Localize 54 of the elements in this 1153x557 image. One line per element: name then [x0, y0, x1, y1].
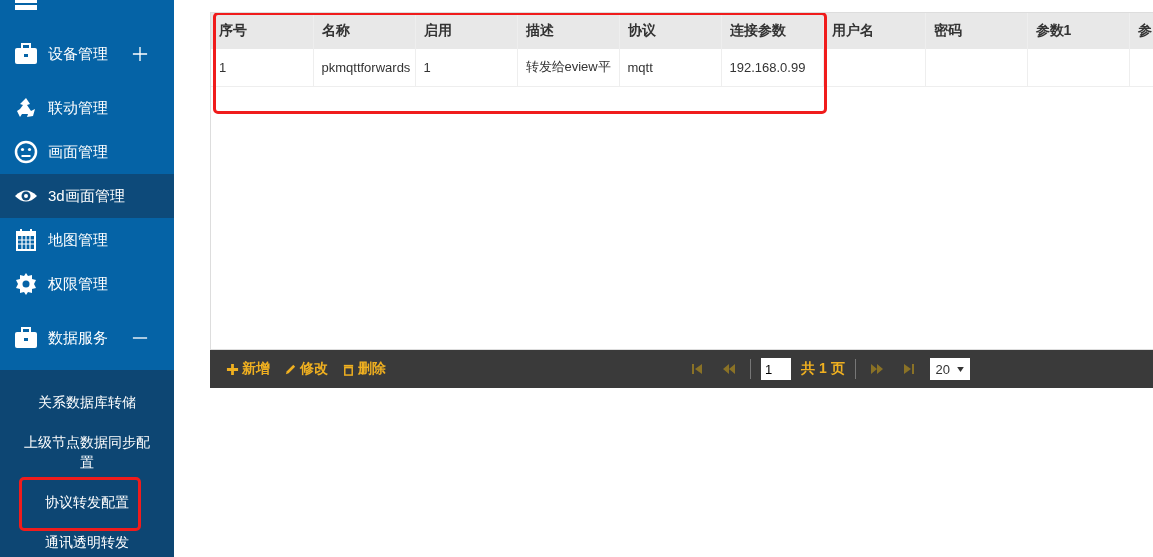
sidebar-label: 设备管理 — [48, 44, 108, 64]
gear-icon — [14, 272, 38, 296]
sidebar-label: 3d画面管理 — [48, 186, 125, 206]
sidebar-item[interactable]: 设备管理 — [0, 22, 174, 86]
table-cell: mqtt — [619, 49, 721, 86]
first-page-icon[interactable] — [690, 362, 704, 376]
column-header[interactable]: 协议 — [619, 13, 721, 49]
page-input[interactable]: 1 — [761, 358, 791, 380]
briefcase-icon — [14, 326, 38, 350]
toolbar-button[interactable]: 删除 — [342, 360, 386, 378]
submenu-item[interactable]: 协议转发配置 — [0, 482, 174, 522]
plus-icon — [226, 362, 239, 376]
sidebar-item[interactable]: 地图管理 — [0, 218, 174, 262]
calendar-icon — [14, 228, 38, 252]
page-total: 共 1 页 — [801, 360, 845, 378]
sidebar-item[interactable]: 画面管理 — [0, 130, 174, 174]
caret-icon — [956, 366, 964, 372]
table-cell: 转发给eview平 — [517, 49, 619, 86]
column-header[interactable]: 参 — [1129, 13, 1153, 49]
pencil-icon — [284, 362, 297, 376]
sidebar-label: 画面管理 — [48, 142, 108, 162]
toolbar-button[interactable]: 修改 — [284, 360, 328, 378]
column-header[interactable]: 密码 — [925, 13, 1027, 49]
sidebar-item[interactable]: 3d画面管理 — [0, 174, 174, 218]
table-cell: 1 — [415, 49, 517, 86]
face-icon — [14, 140, 38, 164]
last-page-icon[interactable] — [901, 362, 916, 376]
sidebar-item[interactable]: 权限管理 — [0, 262, 174, 306]
sidebar-label: 地图管理 — [48, 230, 108, 250]
submenu-item[interactable]: 上级节点数据同步配置 — [0, 422, 174, 482]
table-cell: 1 — [211, 49, 313, 86]
plus-icon[interactable] — [132, 46, 148, 62]
sidebar-item[interactable]: 联动管理 — [0, 86, 174, 130]
submenu-item[interactable]: 通讯透明转发 — [0, 522, 174, 557]
sidebar-label: 权限管理 — [48, 274, 108, 294]
trash-icon — [342, 362, 355, 376]
previous-page-icon[interactable] — [722, 362, 736, 376]
column-header[interactable]: 参数1 — [1027, 13, 1129, 49]
sidebar-label: 联动管理 — [48, 98, 108, 118]
sidebar-label: 数据服务 — [48, 328, 108, 348]
column-header[interactable]: 名称 — [313, 13, 415, 49]
column-header[interactable]: 启用 — [415, 13, 517, 49]
next-page-icon[interactable] — [869, 362, 884, 376]
submenu-item[interactable]: 关系数据库转储 — [0, 382, 174, 422]
toolbar-button[interactable]: 新增 — [226, 360, 270, 378]
column-header[interactable]: 连接参数 — [721, 13, 823, 49]
table-cell: 192.168.0.99 — [721, 49, 823, 86]
column-header[interactable]: 描述 — [517, 13, 619, 49]
table-cell: pkmqttforwards — [313, 49, 415, 86]
briefcase-icon — [14, 42, 38, 66]
column-header[interactable]: 序号 — [211, 13, 313, 49]
sidebar-item[interactable]: 数据服务 — [0, 306, 174, 370]
column-header[interactable]: 用户名 — [823, 13, 925, 49]
page-size-select[interactable]: 20 — [929, 358, 970, 380]
